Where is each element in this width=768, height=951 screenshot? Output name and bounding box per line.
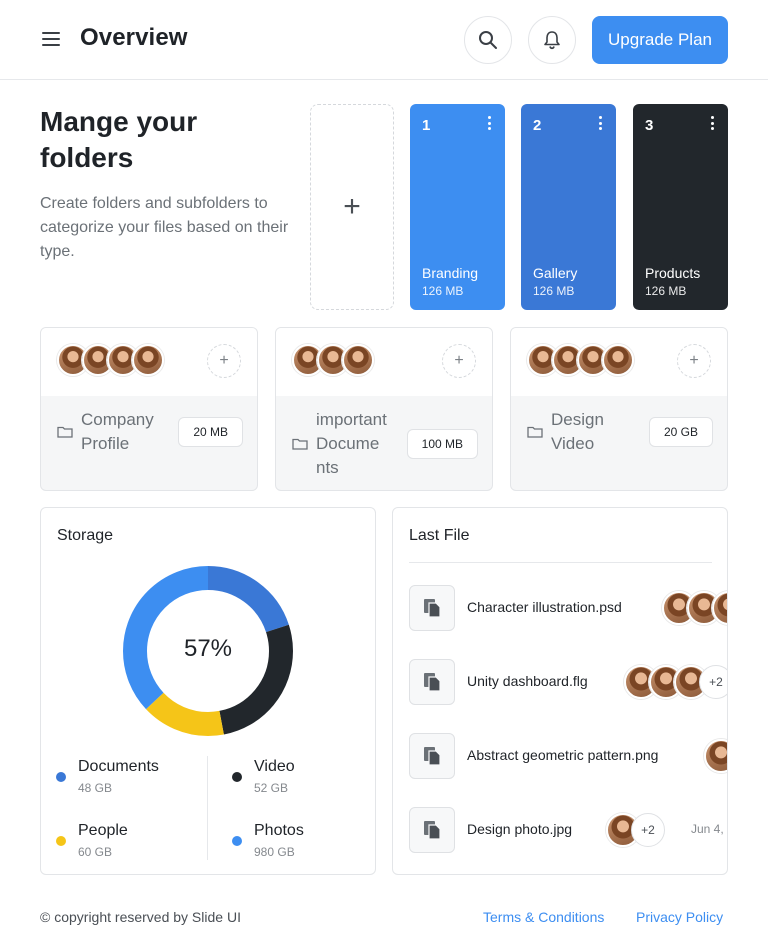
legend-dot [232, 836, 242, 846]
upgrade-plan-button[interactable]: Upgrade Plan [592, 16, 728, 64]
more-options-icon[interactable] [598, 116, 602, 130]
file-avatars [704, 739, 727, 773]
plus-icon: + [343, 190, 361, 223]
add-folder-button[interactable]: + [310, 104, 394, 310]
project-size-chip: 20 MB [178, 417, 243, 447]
file-copy-icon [409, 659, 455, 705]
last-file-panel: Last File Character illustration.psd Uni… [392, 507, 728, 875]
project-card-design-video[interactable]: + Design Video 20 GB [510, 327, 728, 491]
project-size-chip: 100 MB [406, 429, 478, 459]
file-avatars: +2 [624, 665, 727, 699]
file-name: Character illustration.psd [467, 599, 622, 615]
file-avatars: +2 [606, 813, 665, 847]
intro-title: Mange your folders [40, 106, 198, 173]
file-copy-icon [409, 807, 455, 853]
project-card-company-profile[interactable]: + Company Profile 20 MB [40, 327, 258, 491]
add-member-button[interactable]: + [677, 344, 711, 378]
file-avatars [662, 591, 727, 625]
file-row[interactable]: Design photo.jpg +2 Jun 4, [409, 807, 727, 853]
folder-size: 126 MB [533, 284, 575, 298]
file-row[interactable]: Abstract geometric pattern.png [409, 733, 727, 779]
folder-size: 126 MB [422, 284, 464, 298]
folder-number: 3 [645, 117, 654, 134]
menu-icon[interactable] [40, 29, 62, 49]
storage-panel: Storage 57% Documents 48 GB Video 52 GB … [40, 507, 376, 875]
avatar [602, 344, 634, 376]
avatar [132, 344, 164, 376]
legend-dot [232, 772, 242, 782]
file-row[interactable]: Character illustration.psd [409, 585, 727, 631]
privacy-link[interactable]: Privacy Policy [636, 909, 723, 925]
more-options-icon[interactable] [487, 116, 491, 130]
notifications-button[interactable] [528, 16, 576, 64]
folder-card-branding[interactable]: 1 Branding 126 MB [410, 104, 505, 310]
file-copy-icon [409, 585, 455, 631]
legend-divider [207, 756, 208, 860]
folder-number: 2 [533, 117, 542, 134]
folder-number: 1 [422, 117, 431, 134]
bell-icon [544, 31, 560, 50]
last-file-title: Last File [409, 527, 470, 544]
file-name: Abstract geometric pattern.png [467, 747, 659, 763]
storage-percent: 57% [183, 635, 233, 662]
file-name: Unity dashboard.flg [467, 673, 588, 689]
folder-icon [527, 426, 543, 438]
folder-icon [57, 426, 73, 438]
search-button[interactable] [464, 16, 512, 64]
search-icon [479, 31, 497, 49]
folder-card-gallery[interactable]: 2 Gallery 126 MB [521, 104, 616, 310]
project-card-important-documents[interactable]: + important Docume nts 100 MB [275, 327, 493, 491]
project-name: Design Video [551, 410, 604, 453]
legend-dot [56, 836, 66, 846]
more-members-badge[interactable]: +2 [631, 813, 665, 847]
intro-description: Create folders and subfolders to categor… [40, 195, 289, 260]
project-name: important Docume nts [316, 410, 387, 477]
member-avatars [292, 344, 374, 376]
file-name: Design photo.jpg [467, 821, 573, 837]
file-date: Jun 4, [691, 822, 724, 836]
add-member-button[interactable]: + [442, 344, 476, 378]
avatar [704, 739, 727, 773]
terms-link[interactable]: Terms & Conditions [483, 909, 604, 925]
avatar [342, 344, 374, 376]
member-avatars [527, 344, 634, 376]
copyright-text: © copyright reserved by Slide UI [40, 909, 241, 925]
folder-size: 126 MB [645, 284, 687, 298]
folder-name: Branding [422, 265, 479, 281]
project-name: Company Profile [81, 410, 154, 453]
add-member-button[interactable]: + [207, 344, 241, 378]
folder-icon [292, 438, 308, 450]
folder-name: Gallery [533, 265, 578, 281]
member-avatars [57, 344, 164, 376]
page-title: Overview [80, 24, 188, 51]
legend-dot [56, 772, 66, 782]
app-header: Overview Upgrade Plan [0, 0, 768, 80]
divider [409, 562, 712, 563]
file-row[interactable]: Unity dashboard.flg +2 [409, 659, 727, 705]
project-size-chip: 20 GB [648, 417, 713, 447]
more-members-badge[interactable]: +2 [699, 665, 727, 699]
storage-title: Storage [57, 527, 114, 544]
folder-card-products[interactable]: 3 Products 126 MB [633, 104, 728, 310]
more-options-icon[interactable] [710, 116, 714, 130]
file-copy-icon [409, 733, 455, 779]
folder-name: Products [645, 265, 701, 281]
